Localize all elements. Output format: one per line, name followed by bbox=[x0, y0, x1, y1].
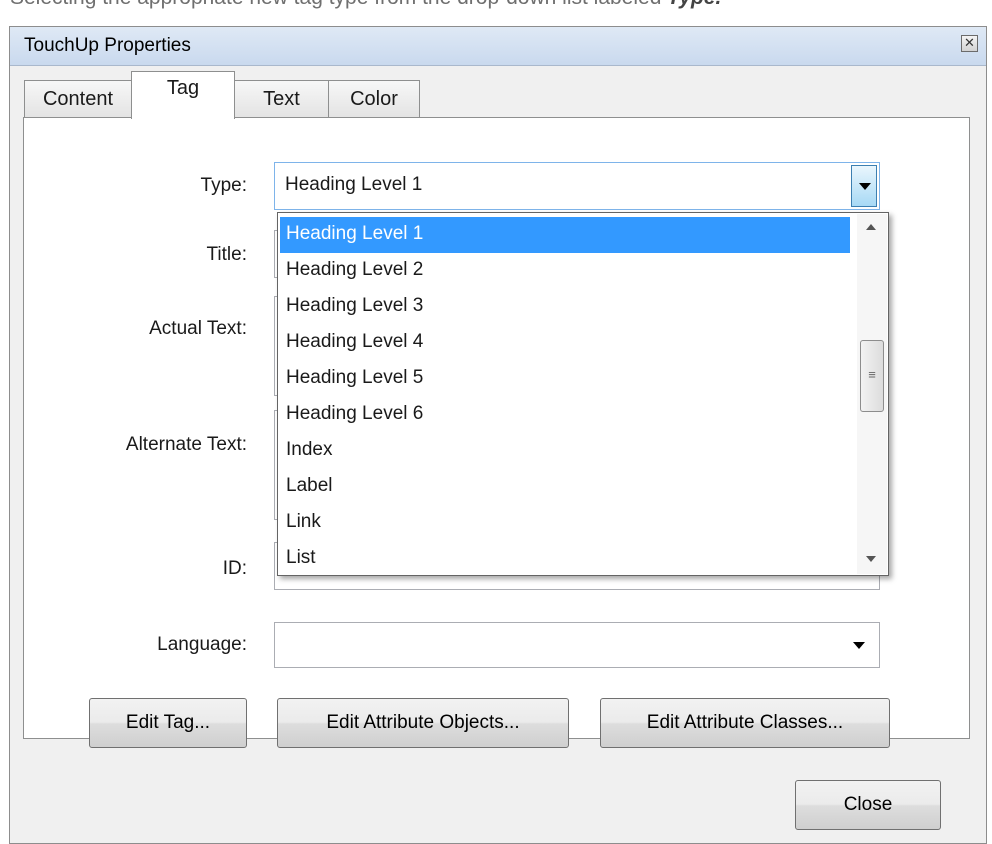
tab-color-label: Color bbox=[350, 88, 398, 110]
type-label: Type: bbox=[200, 175, 247, 196]
tab-text-label: Text bbox=[263, 88, 300, 110]
close-icon[interactable]: ✕ bbox=[961, 35, 978, 52]
type-value: Heading Level 1 bbox=[285, 174, 423, 195]
language-label: Language: bbox=[157, 634, 247, 655]
tab-content[interactable]: Content bbox=[24, 80, 132, 118]
actual-text-label: Actual Text: bbox=[149, 318, 247, 339]
list-item[interactable]: Heading Level 6 bbox=[280, 397, 850, 433]
list-item[interactable]: Heading Level 5 bbox=[280, 361, 850, 397]
tab-color[interactable]: Color bbox=[328, 80, 420, 118]
dialog-title: TouchUp Properties bbox=[24, 35, 191, 56]
list-item[interactable]: Heading Level 3 bbox=[280, 289, 850, 325]
tab-text[interactable]: Text bbox=[234, 80, 329, 118]
scrollbar-thumb[interactable]: ≡ bbox=[860, 340, 884, 412]
list-item[interactable]: Heading Level 1 bbox=[280, 217, 850, 253]
chevron-down-icon[interactable] bbox=[853, 642, 865, 649]
id-label: ID: bbox=[222, 558, 247, 579]
scroll-down-icon[interactable] bbox=[866, 556, 876, 562]
list-item[interactable]: Heading Level 4 bbox=[280, 325, 850, 361]
caption-text: Selecting the appropriate new tag type f… bbox=[10, 0, 667, 9]
tab-tag-label: Tag bbox=[166, 77, 200, 99]
chevron-down-icon[interactable] bbox=[851, 165, 877, 207]
tab-tag[interactable]: Tag bbox=[131, 71, 235, 119]
edit-tag-button[interactable]: Edit Tag... bbox=[89, 698, 247, 748]
type-dropdown-list[interactable]: Heading Level 1 Heading Level 2 Heading … bbox=[277, 212, 889, 576]
tag-panel: Type: Title: Actual Text: Alternate Text… bbox=[23, 117, 970, 748]
touchup-properties-dialog: TouchUp Properties ✕ Content Tag Text Co… bbox=[9, 26, 987, 844]
title-label: Title: bbox=[206, 244, 247, 265]
list-item[interactable]: Label bbox=[280, 469, 850, 505]
dropdown-scrollbar[interactable]: ≡ bbox=[857, 214, 887, 574]
alternate-text-label: Alternate Text: bbox=[125, 434, 247, 455]
list-item[interactable]: List bbox=[280, 541, 850, 577]
list-item[interactable]: Link bbox=[280, 505, 850, 541]
tab-content-label: Content bbox=[42, 88, 114, 110]
close-button[interactable]: Close bbox=[795, 780, 941, 830]
scroll-up-icon[interactable] bbox=[866, 224, 876, 230]
caption-emphasis: Type. bbox=[667, 0, 721, 9]
caption: Selecting the appropriate new tag type f… bbox=[10, 0, 721, 10]
type-combobox[interactable]: Heading Level 1 bbox=[274, 162, 880, 210]
list-item[interactable]: Index bbox=[280, 433, 850, 469]
list-item[interactable]: Heading Level 2 bbox=[280, 253, 850, 289]
language-combobox[interactable] bbox=[274, 622, 880, 668]
edit-attribute-classes-button[interactable]: Edit Attribute Classes... bbox=[600, 698, 890, 748]
edit-attribute-objects-button[interactable]: Edit Attribute Objects... bbox=[277, 698, 569, 748]
title-bar: TouchUp Properties ✕ bbox=[10, 27, 986, 66]
